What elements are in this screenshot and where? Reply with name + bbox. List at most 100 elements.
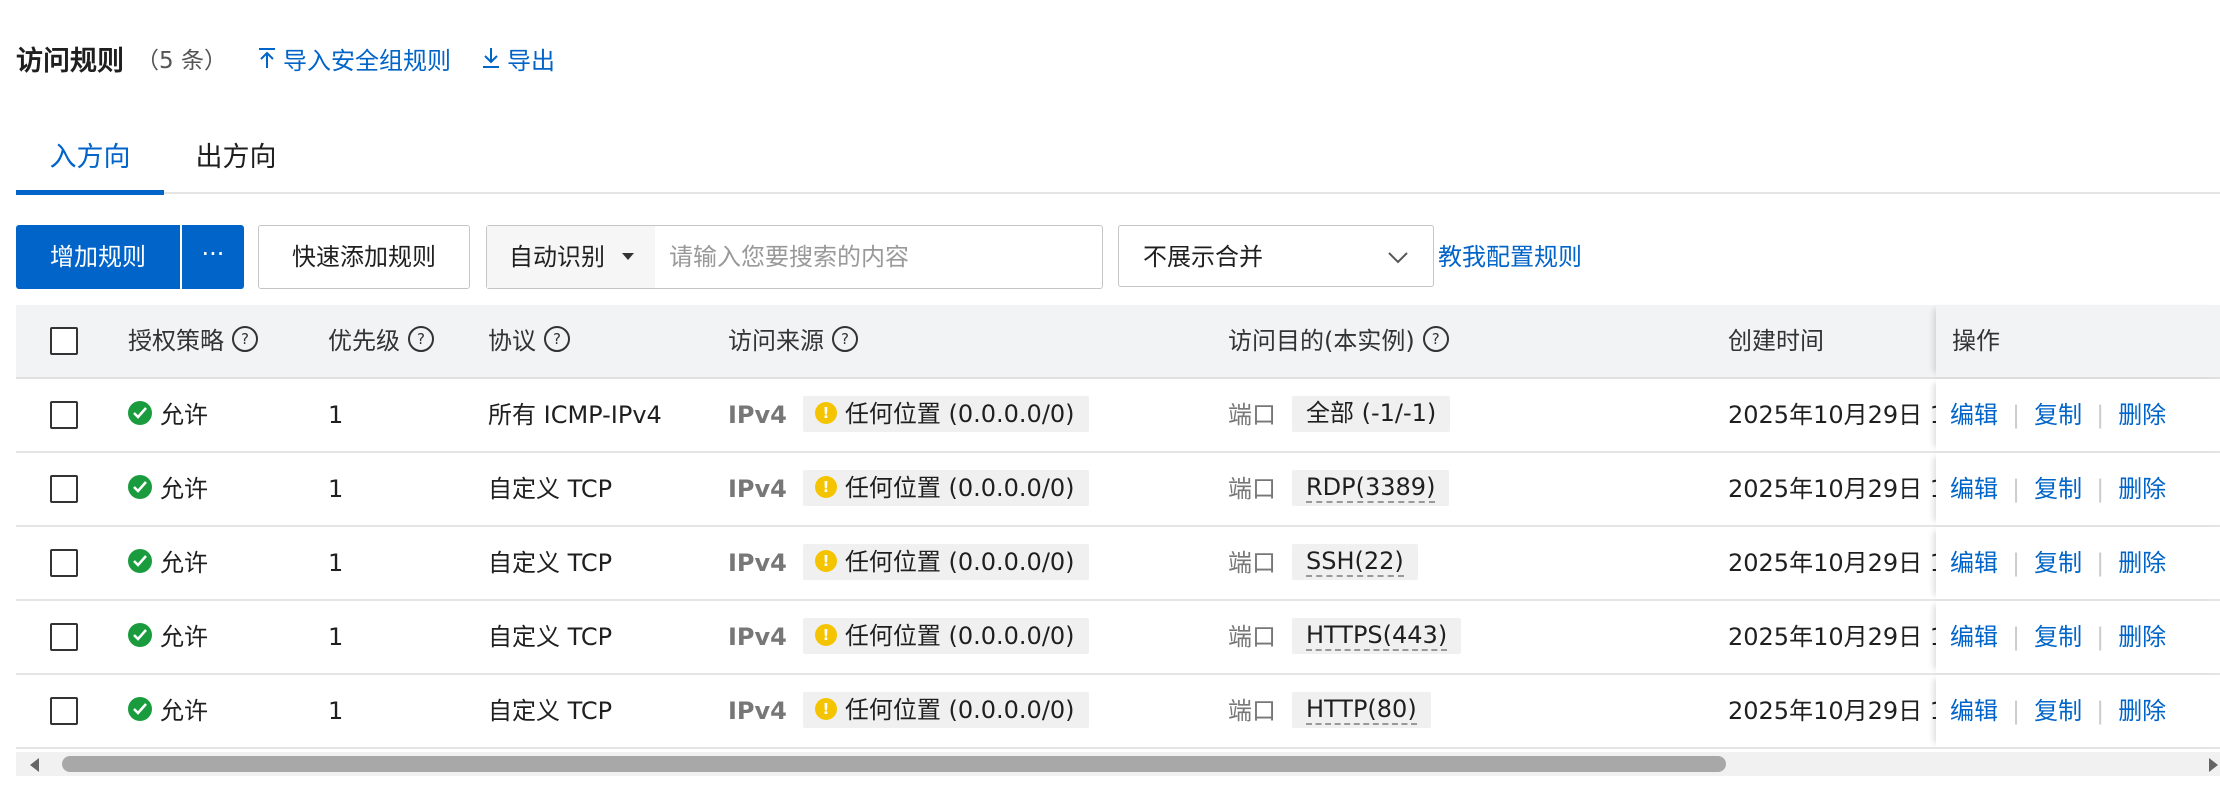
copy-link[interactable]: 复制 (2034, 623, 2082, 651)
row-checkbox[interactable] (50, 401, 78, 429)
source-tag: ! 任何位置 (0.0.0.0/0) (802, 470, 1089, 506)
divider: | (2012, 549, 2021, 577)
ip-version: IPv4 (728, 401, 787, 429)
delete-link[interactable]: 删除 (2118, 401, 2166, 429)
actions-cell: 编辑 | 复制 | 删除 (1936, 379, 2220, 451)
edit-link[interactable]: 编辑 (1950, 475, 1998, 503)
row-checkbox[interactable] (50, 697, 78, 725)
merge-display-select[interactable]: 不展示合并 (1118, 225, 1434, 287)
check-circle-icon (128, 401, 152, 425)
delete-link[interactable]: 删除 (2118, 623, 2166, 651)
copy-link[interactable]: 复制 (2034, 401, 2082, 429)
source-cell: IPv4 ! 任何位置 (0.0.0.0/0) (728, 527, 1089, 599)
port-text[interactable]: HTTPS(443) (1306, 621, 1448, 651)
protocol-cell: 自定义 TCP (488, 549, 613, 577)
table-row: 允许 1 自定义 TCP IPv4! 任何位置 (0.0.0.0/0) 端口 HTT… (16, 675, 2220, 749)
dest-cell: 端口 RDP(3389) (1228, 453, 1450, 525)
config-help-link[interactable]: 教我配置规则 (1438, 225, 1582, 289)
actions-group: 编辑 | 复制 | 删除 (1950, 675, 2166, 747)
scroll-right-icon[interactable] (2209, 758, 2218, 772)
edit-link[interactable]: 编辑 (1950, 401, 1998, 429)
page-title: 访问规则 (16, 45, 124, 77)
tab-inbound[interactable]: 入方向 (16, 130, 164, 195)
protocol-cell: 自定义 TCP (488, 623, 613, 651)
rules-header: 访问规则 （5 条） 导入安全组规则 导出 (16, 36, 555, 80)
protocol-cell: 自定义 TCP (488, 697, 613, 725)
policy-text: 允许 (160, 623, 208, 651)
source-text: 任何位置 (0.0.0.0/0) (844, 400, 1075, 428)
port-label: 端口 (1228, 697, 1276, 725)
import-rules-link[interactable]: 导入安全组规则 (257, 41, 451, 76)
created-cell: 2025年10月29日 15 (1728, 623, 1961, 651)
help-icon[interactable]: ? (832, 326, 858, 352)
help-icon[interactable]: ? (544, 326, 570, 352)
scroll-left-icon[interactable] (30, 758, 39, 772)
row-checkbox[interactable] (50, 475, 78, 503)
col-source: 访问来源? (728, 305, 858, 377)
copy-link[interactable]: 复制 (2034, 697, 2082, 725)
add-rule-button[interactable]: 增加规则 (16, 225, 180, 289)
direction-tabs: 入方向 出方向 (16, 130, 2220, 195)
port-text[interactable]: HTTP(80) (1306, 695, 1417, 725)
priority-cell: 1 (328, 549, 344, 577)
edit-link[interactable]: 编辑 (1950, 623, 1998, 651)
table-row: 允许 1 自定义 TCP IPv4! 任何位置 (0.0.0.0/0) 端口 HTT… (16, 601, 2220, 675)
search-box: 自动识别 (486, 225, 1103, 289)
ip-version: IPv4 (728, 697, 787, 725)
warning-icon: ! (814, 698, 837, 720)
tab-outbound[interactable]: 出方向 (176, 130, 296, 190)
source-text: 任何位置 (0.0.0.0/0) (844, 696, 1075, 724)
select-all-checkbox[interactable] (50, 327, 78, 355)
port-label: 端口 (1228, 623, 1276, 651)
warning-icon: ! (814, 476, 837, 498)
port-tag: HTTP(80) (1292, 692, 1431, 728)
source-tag: ! 任何位置 (0.0.0.0/0) (802, 692, 1089, 728)
row-checkbox[interactable] (50, 549, 78, 577)
help-icon[interactable]: ? (408, 326, 434, 352)
col-source-label: 访问来源 (728, 327, 824, 355)
scrollbar-thumb[interactable] (62, 756, 1726, 772)
priority-cell: 1 (328, 475, 344, 503)
port-text[interactable]: SSH(22) (1306, 547, 1404, 577)
divider: | (2096, 549, 2105, 577)
dest-cell: 端口 HTTPS(443) (1228, 601, 1462, 673)
divider: | (2012, 475, 2021, 503)
search-input[interactable] (667, 234, 1091, 280)
col-actions: 操作 (1952, 327, 2000, 355)
table-row: 允许 1 自定义 TCP IPv4! 任何位置 (0.0.0.0/0) 端口 SSH… (16, 527, 2220, 601)
export-link[interactable]: 导出 (481, 41, 555, 76)
protocol-cell: 所有 ICMP-IPv4 (488, 401, 662, 429)
check-circle-icon (128, 475, 152, 499)
warning-icon: ! (814, 624, 837, 646)
port-text[interactable]: RDP(3389) (1306, 473, 1436, 503)
created-cell: 2025年10月29日 15 (1728, 549, 1961, 577)
delete-link[interactable]: 删除 (2118, 697, 2166, 725)
actions-group: 编辑 | 复制 | 删除 (1950, 527, 2166, 599)
edit-link[interactable]: 编辑 (1950, 697, 1998, 725)
check-circle-icon (128, 623, 152, 647)
col-priority-label: 优先级 (328, 327, 400, 355)
delete-link[interactable]: 删除 (2118, 475, 2166, 503)
priority-cell: 1 (328, 401, 344, 429)
source-cell: IPv4 ! 任何位置 (0.0.0.0/0) (728, 379, 1089, 451)
edit-link[interactable]: 编辑 (1950, 549, 1998, 577)
help-icon[interactable]: ? (232, 326, 258, 352)
rule-count: （5 条） (136, 48, 227, 74)
copy-link[interactable]: 复制 (2034, 475, 2082, 503)
import-rules-label: 导入安全组规则 (282, 46, 451, 75)
port-text: 全部 (-1/-1) (1306, 399, 1437, 427)
source-tag: ! 任何位置 (0.0.0.0/0) (802, 544, 1089, 580)
help-icon[interactable]: ? (1422, 326, 1449, 352)
source-text: 任何位置 (0.0.0.0/0) (844, 548, 1075, 576)
chevron-down-icon (1388, 252, 1408, 264)
col-protocol-label: 协议 (488, 327, 536, 355)
copy-link[interactable]: 复制 (2034, 549, 2082, 577)
source-tag: ! 任何位置 (0.0.0.0/0) (802, 396, 1089, 432)
quick-add-rule-button[interactable]: 快速添加规则 (258, 225, 470, 289)
more-actions-button[interactable]: ··· (182, 225, 244, 289)
horizontal-scrollbar[interactable] (16, 752, 2220, 776)
delete-link[interactable]: 删除 (2118, 549, 2166, 577)
ip-version: IPv4 (728, 549, 787, 577)
row-checkbox[interactable] (50, 623, 78, 651)
caret-down-icon (622, 253, 634, 260)
